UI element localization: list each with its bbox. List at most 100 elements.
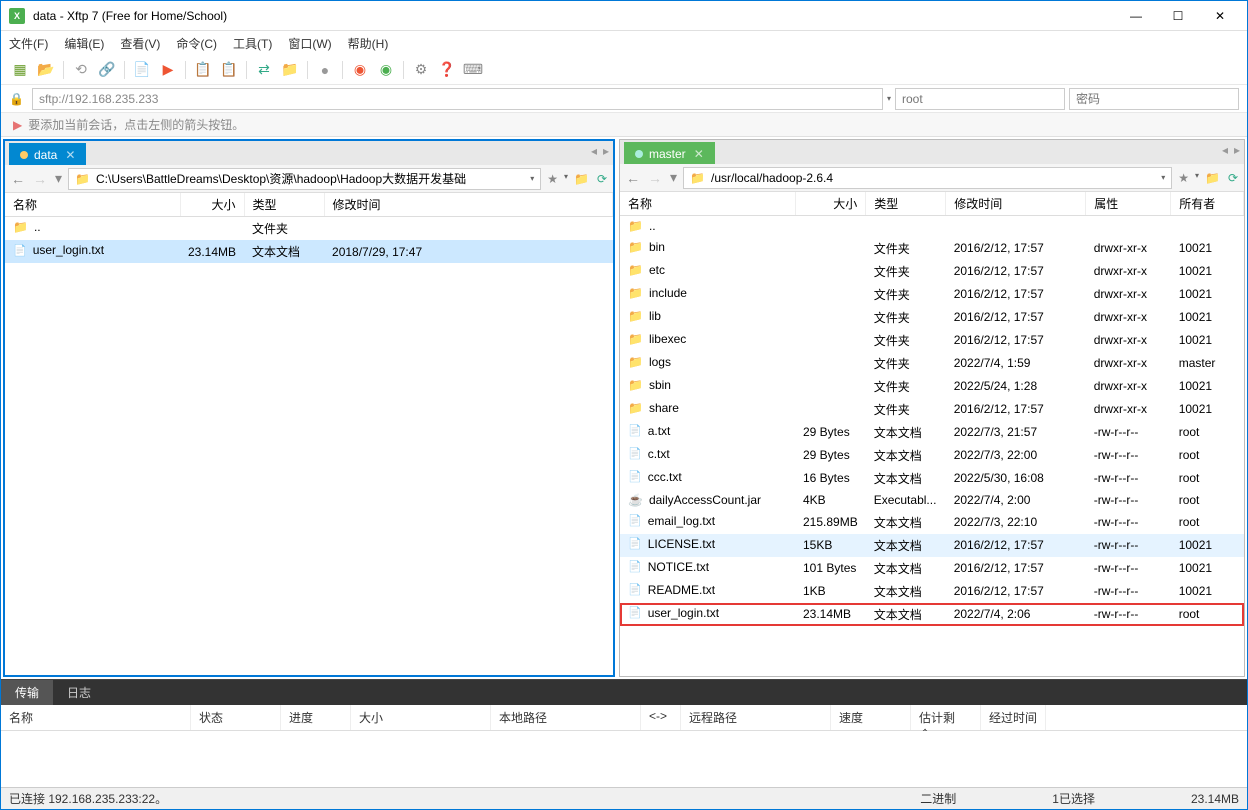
folder-icon: 📁 <box>628 378 643 392</box>
reconnect-icon[interactable]: ⟲ <box>70 59 92 81</box>
close-tab-icon[interactable]: ✕ <box>694 147 704 161</box>
transfer-list[interactable] <box>1 731 1247 787</box>
remote-path-input[interactable]: 📁 /usr/local/hadoop-2.6.4 ▾ <box>683 167 1172 189</box>
username-input[interactable] <box>895 88 1065 110</box>
copy-icon[interactable]: 📋 <box>192 59 214 81</box>
history-dropdown[interactable]: ▾ <box>887 94 891 103</box>
col-attr[interactable]: 属性 <box>1086 192 1171 216</box>
file-row[interactable]: 📁share文件夹2016/2/12, 17:57drwxr-xr-x10021 <box>620 398 1244 421</box>
tcol-speed[interactable]: 速度 <box>831 705 911 730</box>
refresh-icon[interactable]: ⟳ <box>1226 171 1240 185</box>
settings-icon[interactable]: ⚙ <box>410 59 432 81</box>
new-file-icon[interactable]: 📄 <box>131 59 153 81</box>
col-modified[interactable]: 修改时间 <box>946 192 1086 216</box>
nav-forward-icon[interactable]: → <box>31 171 49 187</box>
file-row[interactable]: 📁include文件夹2016/2/12, 17:57drwxr-xr-x100… <box>620 283 1244 306</box>
nav-menu-icon[interactable]: ▾ <box>53 170 64 187</box>
file-row[interactable]: 📄email_log.txt215.89MB文本文档2022/7/3, 22:1… <box>620 511 1244 534</box>
link-icon[interactable]: 🔗 <box>96 59 118 81</box>
local-path-input[interactable]: 📁 C:\Users\BattleDreams\Desktop\资源\hadoo… <box>68 168 541 190</box>
play-icon[interactable]: ▶ <box>157 59 179 81</box>
tab-prev-icon[interactable]: ◂ <box>591 144 597 158</box>
close-button[interactable]: ✕ <box>1205 9 1235 23</box>
nav-back-icon[interactable]: ← <box>624 170 642 186</box>
sync-folder-icon[interactable]: 📁 <box>279 59 301 81</box>
window-title: data - Xftp 7 (Free for Home/School) <box>33 9 1121 23</box>
menu-help[interactable]: 帮助(H) <box>348 35 389 52</box>
tcol-size[interactable]: 大小 <box>351 705 491 730</box>
nav-menu-icon[interactable]: ▾ <box>668 169 679 186</box>
nav-back-icon[interactable]: ← <box>9 171 27 187</box>
file-row[interactable]: 📄README.txt1KB文本文档2016/2/12, 17:57-rw-r-… <box>620 580 1244 603</box>
file-row[interactable]: 📁etc文件夹2016/2/12, 17:57drwxr-xr-x10021 <box>620 260 1244 283</box>
file-row[interactable]: 📁sbin文件夹2022/5/24, 1:28drwxr-xr-x10021 <box>620 375 1244 398</box>
bookmark-icon[interactable]: ★ <box>545 172 560 186</box>
refresh-icon[interactable]: ⟳ <box>595 172 609 186</box>
paste-icon[interactable]: 📋 <box>218 59 240 81</box>
tab-transfer[interactable]: 传输 <box>1 680 53 705</box>
file-row[interactable]: 📁..文件夹 <box>5 217 613 241</box>
xshell-icon[interactable]: ◉ <box>349 59 371 81</box>
file-row[interactable]: 📁bin文件夹2016/2/12, 17:57drwxr-xr-x10021 <box>620 237 1244 260</box>
tcol-elapsed[interactable]: 经过时间 <box>981 705 1046 730</box>
local-tab[interactable]: data ✕ <box>9 143 86 165</box>
menu-view[interactable]: 查看(V) <box>120 35 160 52</box>
menu-tools[interactable]: 工具(T) <box>233 35 272 52</box>
remote-tab[interactable]: master ✕ <box>624 142 715 164</box>
col-name[interactable]: 名称 <box>620 192 795 216</box>
remote-file-list[interactable]: 名称 大小 类型 修改时间 属性 所有者 📁..📁bin文件夹2016/2/12… <box>620 192 1244 676</box>
file-row[interactable]: 📄user_login.txt23.14MB文本文档2018/7/29, 17:… <box>5 240 613 263</box>
tcol-status[interactable]: 状态 <box>191 705 281 730</box>
file-row[interactable]: 📄NOTICE.txt101 Bytes文本文档2016/2/12, 17:57… <box>620 557 1244 580</box>
maximize-button[interactable]: ☐ <box>1163 9 1193 23</box>
file-row[interactable]: 📁lib文件夹2016/2/12, 17:57drwxr-xr-x10021 <box>620 306 1244 329</box>
col-type[interactable]: 类型 <box>244 193 324 217</box>
menu-window[interactable]: 窗口(W) <box>288 35 331 52</box>
col-name[interactable]: 名称 <box>5 193 180 217</box>
tcol-remote[interactable]: 远程路径 <box>681 705 831 730</box>
file-row[interactable]: 📁.. <box>620 216 1244 237</box>
nav-forward-icon[interactable]: → <box>646 170 664 186</box>
col-modified[interactable]: 修改时间 <box>324 193 612 217</box>
tab-next-icon[interactable]: ▸ <box>603 144 609 158</box>
tcol-arrow[interactable]: <-> <box>641 705 681 730</box>
file-row[interactable]: 📄a.txt29 Bytes文本文档2022/7/3, 21:57-rw-r--… <box>620 421 1244 444</box>
file-row[interactable]: 📄c.txt29 Bytes文本文档2022/7/3, 22:00-rw-r--… <box>620 444 1244 467</box>
file-row[interactable]: ☕dailyAccessCount.jar4KBExecutabl...2022… <box>620 490 1244 511</box>
new-session-icon[interactable]: ▦ <box>9 59 31 81</box>
new-folder-icon[interactable]: 📁 <box>572 172 591 186</box>
menu-commands[interactable]: 命令(C) <box>176 35 217 52</box>
tab-log[interactable]: 日志 <box>53 680 105 705</box>
minimize-button[interactable]: — <box>1121 9 1151 23</box>
menu-file[interactable]: 文件(F) <box>9 35 48 52</box>
close-tab-icon[interactable]: ✕ <box>65 148 75 162</box>
tab-prev-icon[interactable]: ◂ <box>1222 143 1228 157</box>
tcol-eta[interactable]: 估计剩余... <box>911 705 981 730</box>
file-row[interactable]: 📄user_login.txt23.14MB文本文档2022/7/4, 2:06… <box>620 603 1244 626</box>
stop-icon[interactable]: ● <box>314 59 336 81</box>
file-row[interactable]: 📄ccc.txt16 Bytes文本文档2022/5/30, 16:08-rw-… <box>620 467 1244 490</box>
new-folder-icon[interactable]: 📁 <box>1203 171 1222 185</box>
help-icon[interactable]: ❓ <box>436 59 458 81</box>
tcol-local[interactable]: 本地路径 <box>491 705 641 730</box>
file-row[interactable]: 📁logs文件夹2022/7/4, 1:59drwxr-xr-xmaster <box>620 352 1244 375</box>
tcol-progress[interactable]: 进度 <box>281 705 351 730</box>
file-icon: 📄 <box>628 447 642 460</box>
tcol-name[interactable]: 名称 <box>1 705 191 730</box>
sync-icon[interactable]: ⇄ <box>253 59 275 81</box>
file-row[interactable]: 📄LICENSE.txt15KB文本文档2016/2/12, 17:57-rw-… <box>620 534 1244 557</box>
col-owner[interactable]: 所有者 <box>1171 192 1244 216</box>
password-input[interactable] <box>1069 88 1239 110</box>
open-session-icon[interactable]: 📂 <box>35 59 57 81</box>
local-file-list[interactable]: 名称 大小 类型 修改时间 📁..文件夹📄user_login.txt23.14… <box>5 193 613 675</box>
bookmark-icon[interactable]: ★ <box>1176 171 1191 185</box>
address-input[interactable] <box>32 88 883 110</box>
col-size[interactable]: 大小 <box>180 193 244 217</box>
xftp-icon[interactable]: ◉ <box>375 59 397 81</box>
menu-edit[interactable]: 编辑(E) <box>64 35 104 52</box>
terminal-icon[interactable]: ⌨ <box>462 59 484 81</box>
tab-next-icon[interactable]: ▸ <box>1234 143 1240 157</box>
col-size[interactable]: 大小 <box>795 192 866 216</box>
file-row[interactable]: 📁libexec文件夹2016/2/12, 17:57drwxr-xr-x100… <box>620 329 1244 352</box>
col-type[interactable]: 类型 <box>866 192 946 216</box>
